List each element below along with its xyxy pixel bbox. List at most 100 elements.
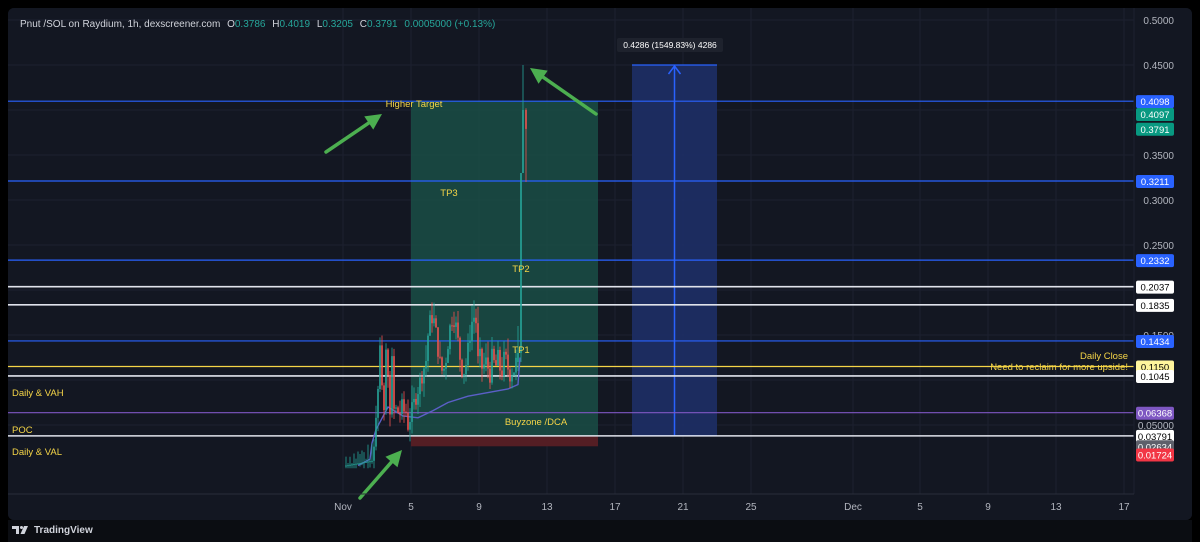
candle-body: [445, 362, 447, 369]
x-tick-label: 25: [745, 502, 757, 513]
open-label: O: [227, 19, 235, 30]
candle-body: [349, 464, 351, 466]
candle-body: [425, 360, 427, 369]
x-tick-label: 5: [408, 502, 414, 513]
price-badge: 0.01724: [1138, 450, 1172, 461]
candle-body: [367, 461, 369, 463]
poc-label: POC: [12, 425, 33, 436]
price-badge: 0.1434: [1140, 337, 1169, 348]
chart-panel[interactable]: 0.4286 (1549.83%) 4286 Higher Target TP3 TP…: [8, 8, 1192, 520]
x-tick-label: 13: [541, 502, 553, 513]
x-tick-label: 21: [677, 502, 689, 513]
candle-body: [417, 394, 419, 405]
candle-body: [361, 462, 363, 464]
daily-vah-label: Daily & VAH: [12, 388, 64, 399]
price-badge: 0.1045: [1140, 372, 1169, 383]
tradingview-icon: [12, 526, 28, 534]
low-value: 0.3205: [322, 19, 353, 30]
tradingview-frame: 0.4286 (1549.83%) 4286 Higher Target TP3 TP…: [0, 0, 1200, 542]
candle-body: [507, 354, 509, 370]
candle-body: [489, 368, 491, 383]
price-badge: 0.4097: [1140, 110, 1169, 121]
candle-body: [461, 359, 463, 376]
candle-body: [373, 446, 375, 461]
candle-body: [483, 364, 485, 369]
tp2-label: TP2: [512, 264, 529, 275]
candle-body: [451, 325, 453, 327]
higher-target-label: Higher Target: [386, 99, 443, 110]
candle-body: [515, 357, 517, 373]
candle-body: [449, 325, 451, 350]
y-tick-label: 0.3000: [1143, 196, 1174, 207]
candle-body: [409, 421, 411, 430]
tradingview-brand: TradingView: [34, 524, 93, 536]
price-chart[interactable]: 0.4286 (1549.83%) 4286 Higher Target TP3 TP…: [8, 8, 1192, 520]
candle-body: [473, 317, 475, 322]
candle-body: [485, 357, 487, 365]
candle-body: [385, 349, 387, 411]
candle-body: [375, 417, 377, 447]
candle-body: [345, 465, 347, 467]
candle-body: [503, 351, 505, 377]
candle-body: [525, 110, 527, 129]
candle-body: [495, 360, 497, 366]
tradingview-logo[interactable]: TradingView: [12, 524, 93, 536]
candle-body: [401, 399, 403, 414]
candle-body: [471, 321, 473, 342]
daily-close-label: Daily Close: [1080, 351, 1128, 362]
price-badge: 0.06368: [1138, 409, 1172, 420]
candle-body: [399, 412, 401, 414]
price-badge: 0.3791: [1140, 125, 1169, 136]
candle-body: [509, 369, 511, 382]
high-value: 0.4019: [279, 19, 311, 30]
candle-body: [459, 337, 461, 360]
chart-background: [8, 8, 1192, 520]
x-tick-label: 13: [1050, 502, 1062, 513]
candle-body: [447, 349, 449, 363]
candle-body: [419, 377, 421, 395]
candle-body: [347, 465, 349, 467]
candle-body: [423, 368, 425, 384]
target-zone-box[interactable]: [411, 101, 598, 436]
candle-body: [387, 349, 389, 376]
candle-body: [479, 348, 481, 357]
x-tick-label: Nov: [334, 502, 352, 513]
candle-body: [469, 341, 471, 343]
candle-body: [351, 464, 353, 466]
candle-body: [363, 462, 365, 464]
candle-body: [505, 351, 507, 355]
footer-bar: TradingView: [8, 520, 1192, 542]
candle-body: [475, 317, 477, 324]
candle-body: [491, 348, 493, 383]
change-value: 0.0005000 (+0.13%): [404, 19, 496, 30]
candle-body: [497, 349, 499, 366]
price-badge: 0.2037: [1140, 283, 1169, 294]
candle-body: [499, 349, 501, 371]
candle-body: [439, 356, 441, 358]
tp1-label: TP1: [512, 345, 529, 356]
y-tick-label: 0.4500: [1143, 61, 1174, 72]
candle-body: [393, 356, 395, 409]
x-tick-label: 9: [476, 502, 482, 513]
candle-body: [379, 345, 381, 389]
candle-body: [477, 323, 479, 357]
candle-body: [433, 318, 435, 324]
y-tick-label: 0.3500: [1143, 151, 1174, 162]
candle-body: [405, 411, 407, 413]
candle-body: [421, 377, 423, 384]
x-tick-label: 17: [1118, 502, 1130, 513]
x-tick-label: Dec: [844, 502, 862, 513]
candle-body: [397, 407, 399, 413]
candle-body: [381, 345, 383, 386]
x-tick-label: 9: [985, 502, 991, 513]
candle-body: [501, 370, 503, 377]
candle-body: [413, 398, 415, 403]
buyzone-label: Buyzone /DCA: [505, 417, 568, 428]
stop-zone-box[interactable]: [411, 435, 598, 447]
candle-body: [407, 412, 409, 430]
candle-body: [463, 374, 465, 376]
symbol-title: Pnut /SOL on Raydium, 1h, dexscreener.co…: [20, 19, 221, 30]
candle-body: [415, 398, 417, 405]
price-badge: 0.1835: [1140, 301, 1169, 312]
symbol-header: Pnut /SOL on Raydium, 1h, dexscreener.co…: [20, 19, 495, 30]
